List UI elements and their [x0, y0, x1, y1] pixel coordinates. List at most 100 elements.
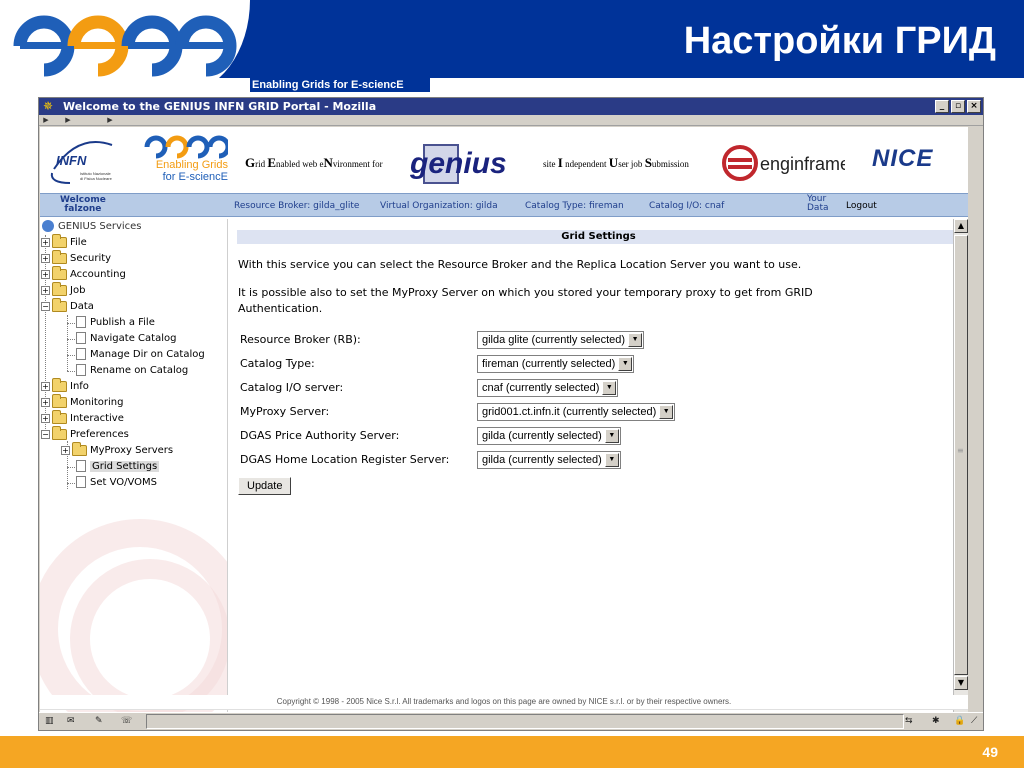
window-titlebar[interactable]: ✵ Welcome to the GENIUS INFN GRID Portal… [39, 98, 983, 115]
chevron-down-icon[interactable]: ▼ [618, 357, 633, 371]
chevron-down-icon[interactable]: ▼ [602, 381, 617, 395]
sidebar-item-info[interactable]: + Info [41, 377, 89, 395]
sidebar-item-preferences[interactable]: − Preferences [41, 425, 129, 443]
folder-icon [52, 233, 67, 248]
sidebar-item-security[interactable]: + Security [41, 249, 111, 267]
chevron-down-icon[interactable]: ▼ [628, 333, 643, 347]
online-icon[interactable]: ⇆ [905, 715, 913, 728]
sidebar-item-navigate-catalog[interactable]: Navigate Catalog [67, 331, 176, 347]
chevron-down-icon[interactable]: ▼ [604, 429, 619, 443]
slide-header: Enabling Grids for E-sciencE Настройки Г… [0, 0, 1024, 94]
services-globe-icon [42, 220, 54, 232]
dgas-price-label: DGAS Price Authority Server: [240, 429, 400, 442]
sidebar-item-job[interactable]: + Job [41, 281, 85, 299]
document-icon [76, 316, 86, 328]
user-info-bar: Welcome falzone Resource Broker: gilda_g… [40, 193, 968, 217]
resize-grip-icon[interactable]: ⟋ [971, 715, 977, 728]
close-button[interactable]: × [967, 100, 981, 113]
chevron-down-icon[interactable]: ▼ [604, 453, 619, 467]
dgas-hlr-select[interactable]: gilda (currently selected) ▼ [477, 451, 621, 469]
sidebar-item-publish-file[interactable]: Publish a File [67, 315, 155, 331]
intro-text-2: It is possible also to set the MyProxy S… [238, 286, 813, 315]
expand-icon[interactable]: + [41, 253, 50, 263]
expand-icon[interactable]: + [61, 445, 70, 455]
dgas-hlr-label: DGAS Home Location Register Server: [240, 453, 450, 466]
vertical-scrollbar[interactable]: ▲ ≡ ▼ [953, 219, 968, 715]
slide-footer-band [0, 736, 1024, 768]
folder-icon [52, 377, 67, 392]
myproxy-select[interactable]: grid001.ct.infn.it (currently selected) … [477, 403, 676, 421]
sidebar-item-interactive[interactable]: + Interactive [41, 409, 124, 427]
navigator-icon[interactable]: ▥ [45, 715, 54, 728]
status-text-field [146, 714, 904, 729]
infn-text: INFN [56, 153, 87, 168]
collapse-icon[interactable]: − [41, 301, 50, 311]
sidebar-item-file[interactable]: + File [41, 233, 87, 251]
chevron-down-icon[interactable]: ▼ [659, 405, 674, 419]
sidebar-item-monitoring[interactable]: + Monitoring [41, 393, 123, 411]
sidebar-item-manage-dir[interactable]: Manage Dir on Catalog [67, 347, 205, 363]
expand-icon[interactable]: + [41, 397, 50, 407]
tagline-fill [430, 78, 1024, 92]
nice-logo: NICE [872, 145, 934, 172]
copyright-footer: Copyright © 1998 - 2005 Nice S.r.l. All … [40, 695, 968, 709]
expand-icon[interactable]: + [41, 269, 50, 279]
folder-icon [52, 265, 67, 280]
portal-banner: INFN Istituto Nazionale di Fisica Nuclea… [40, 127, 968, 193]
toolbar-strip: ▶ ▶ ▶ [39, 115, 983, 126]
welcome-user: Welcome falzone [60, 195, 106, 214]
catalog-io-select[interactable]: cnaf (currently selected) ▼ [477, 379, 619, 397]
page-number: 49 [982, 744, 998, 760]
catalog-type-select[interactable]: fireman (currently selected) ▼ [477, 355, 635, 373]
slide-title: Настройки ГРИД [683, 20, 996, 62]
sidebar-item-rename-catalog[interactable]: Rename on Catalog [67, 363, 188, 379]
composer-icon[interactable]: ✎ [95, 715, 103, 728]
expand-icon[interactable]: + [41, 381, 50, 391]
scroll-up-icon[interactable]: ▲ [954, 219, 968, 233]
egee-tagline: Enabling Grids for E-sciencE [155, 159, 228, 183]
collapse-toolbar-icon[interactable]: ▶ [41, 116, 51, 125]
enginframe-logo-icon: enginframe [722, 145, 845, 181]
logout-link[interactable]: Logout [846, 201, 877, 211]
lock-icon: 🔒 [954, 716, 966, 726]
grid-settings-panel: Grid Settings With this service you can … [237, 219, 962, 715]
expand-icon[interactable]: + [41, 285, 50, 295]
document-icon [76, 460, 86, 472]
browser-window: ✵ Welcome to the GENIUS INFN GRID Portal… [38, 97, 984, 731]
virtual-org-info: Virtual Organization: gilda [380, 201, 498, 211]
expand-icon[interactable]: + [41, 413, 50, 423]
rb-select[interactable]: gilda glite (currently selected) ▼ [477, 331, 645, 349]
scroll-down-icon[interactable]: ▼ [954, 676, 968, 690]
services-sidebar: GENIUS Services + File + Security + Account… [40, 219, 228, 715]
your-data-link[interactable]: Your Data [807, 195, 829, 213]
intro-text: With this service you can select the Res… [238, 258, 802, 271]
catalog-type-info: Catalog Type: fireman [525, 201, 624, 211]
genius-logo-icon: genius [409, 144, 507, 184]
scrollbar-thumb[interactable]: ≡ [954, 235, 968, 675]
catalog-io-label: Catalog I/O server: [240, 381, 344, 394]
sidebar-item-accounting[interactable]: + Accounting [41, 265, 126, 283]
sidebar-item-myproxy-servers[interactable]: + MyProxy Servers [61, 441, 173, 459]
sidebar-item-grid-settings[interactable]: Grid Settings [67, 459, 160, 475]
enginframe-text: enginframe [760, 154, 845, 174]
window-title: Welcome to the GENIUS INFN GRID Portal -… [63, 100, 377, 113]
collapse-toolbar-icon[interactable]: ▶ [105, 116, 115, 125]
address-book-icon[interactable]: ☏ [121, 715, 132, 728]
expand-icon[interactable]: + [41, 237, 50, 247]
folder-open-icon [52, 425, 67, 440]
minimize-button[interactable]: _ [935, 100, 949, 113]
maximize-button[interactable]: ▫ [951, 100, 965, 113]
resource-broker-info: Resource Broker: gilda_glite [234, 201, 360, 211]
tree-root-services[interactable]: GENIUS Services [42, 219, 142, 235]
section-title: Grid Settings [237, 230, 960, 244]
update-button[interactable]: Update [238, 477, 292, 495]
folder-icon [52, 409, 67, 424]
mail-icon[interactable]: ✉ [67, 715, 75, 728]
sidebar-item-data[interactable]: − Data [41, 297, 94, 315]
collapse-toolbar-icon[interactable]: ▶ [63, 116, 73, 125]
dgas-price-select[interactable]: gilda (currently selected) ▼ [477, 427, 621, 445]
sidebar-item-set-vo[interactable]: Set VO/VOMS [67, 475, 157, 491]
document-icon [76, 332, 86, 344]
collapse-icon[interactable]: − [41, 429, 50, 439]
status-bar: ▥ ✉ ✎ ☏ ⇆ ✱ 🔒 ⟋ [39, 712, 983, 730]
